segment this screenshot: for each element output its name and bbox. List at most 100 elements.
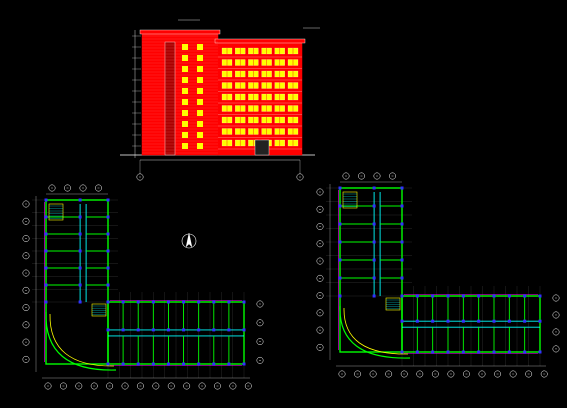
structural-column — [338, 222, 342, 226]
structural-column — [227, 362, 231, 366]
structural-column — [507, 294, 511, 298]
structural-column — [121, 328, 125, 332]
structural-column — [44, 249, 48, 253]
cad-drawing-canvas[interactable] — [0, 0, 567, 408]
structural-column — [151, 300, 155, 304]
structural-column — [400, 276, 404, 280]
structural-column — [166, 300, 170, 304]
tower-window — [182, 44, 188, 50]
structural-column — [106, 328, 110, 332]
structural-column — [400, 350, 404, 354]
structural-column — [400, 258, 404, 262]
structural-column — [507, 350, 511, 354]
structural-column — [431, 294, 435, 298]
structural-column — [151, 328, 155, 332]
structural-column — [431, 350, 435, 354]
structural-column — [372, 186, 376, 190]
structural-column — [538, 294, 542, 298]
tower-window — [197, 110, 203, 116]
structural-column — [136, 362, 140, 366]
structural-column — [338, 240, 342, 244]
structural-column — [446, 350, 450, 354]
structural-column — [78, 232, 82, 236]
structural-column — [431, 319, 435, 323]
structural-column — [477, 294, 481, 298]
structural-column — [372, 258, 376, 262]
structural-column — [242, 328, 246, 332]
structural-column — [400, 240, 404, 244]
structural-column — [400, 204, 404, 208]
structural-column — [400, 294, 404, 298]
structural-column — [44, 300, 48, 304]
structural-column — [78, 249, 82, 253]
structural-column — [121, 300, 125, 304]
structural-column — [106, 232, 110, 236]
entrance-door — [254, 139, 270, 156]
structural-column — [44, 283, 48, 287]
structural-column — [182, 362, 186, 366]
structural-column — [446, 319, 450, 323]
structural-column — [372, 294, 376, 298]
structural-column — [415, 350, 419, 354]
structural-column — [136, 328, 140, 332]
structural-column — [166, 362, 170, 366]
structural-column — [538, 319, 542, 323]
structural-column — [106, 215, 110, 219]
tower-window — [197, 77, 203, 83]
left-tower-facade — [141, 32, 219, 156]
tower-window — [182, 132, 188, 138]
structural-column — [461, 319, 465, 323]
structural-column — [212, 300, 216, 304]
structural-column — [372, 222, 376, 226]
structural-column — [415, 319, 419, 323]
tower-window — [197, 66, 203, 72]
structural-column — [338, 258, 342, 262]
structural-column — [400, 319, 404, 323]
structural-column — [461, 350, 465, 354]
structural-column — [44, 215, 48, 219]
structural-column — [227, 328, 231, 332]
structural-column — [78, 266, 82, 270]
structural-column — [415, 294, 419, 298]
structural-column — [78, 198, 82, 202]
structural-column — [446, 294, 450, 298]
structural-column — [182, 328, 186, 332]
structural-column — [492, 294, 496, 298]
tower-window — [197, 121, 203, 127]
tower-window — [182, 110, 188, 116]
structural-column — [338, 276, 342, 280]
structural-column — [477, 319, 481, 323]
tower-window — [197, 132, 203, 138]
structural-column — [121, 362, 125, 366]
tower-window — [197, 143, 203, 149]
tower-window — [182, 99, 188, 105]
tower-window — [182, 143, 188, 149]
structural-column — [338, 294, 342, 298]
structural-column — [44, 266, 48, 270]
structural-column — [461, 294, 465, 298]
tower-window — [182, 66, 188, 72]
tower-window — [182, 121, 188, 127]
structural-column — [197, 328, 201, 332]
structural-column — [492, 350, 496, 354]
structural-column — [523, 319, 527, 323]
structural-column — [400, 186, 404, 190]
right-parapet — [214, 38, 306, 44]
tower-window — [182, 77, 188, 83]
structural-column — [44, 198, 48, 202]
structural-column — [212, 328, 216, 332]
structural-column — [197, 362, 201, 366]
structural-column — [242, 300, 246, 304]
structural-column — [106, 300, 110, 304]
tower-window — [197, 99, 203, 105]
structural-column — [136, 300, 140, 304]
structural-column — [338, 186, 342, 190]
structural-column — [372, 204, 376, 208]
structural-column — [166, 328, 170, 332]
tower-window — [182, 55, 188, 61]
structural-column — [106, 283, 110, 287]
tower-window — [197, 55, 203, 61]
structural-column — [523, 350, 527, 354]
structural-column — [372, 240, 376, 244]
structural-column — [106, 266, 110, 270]
